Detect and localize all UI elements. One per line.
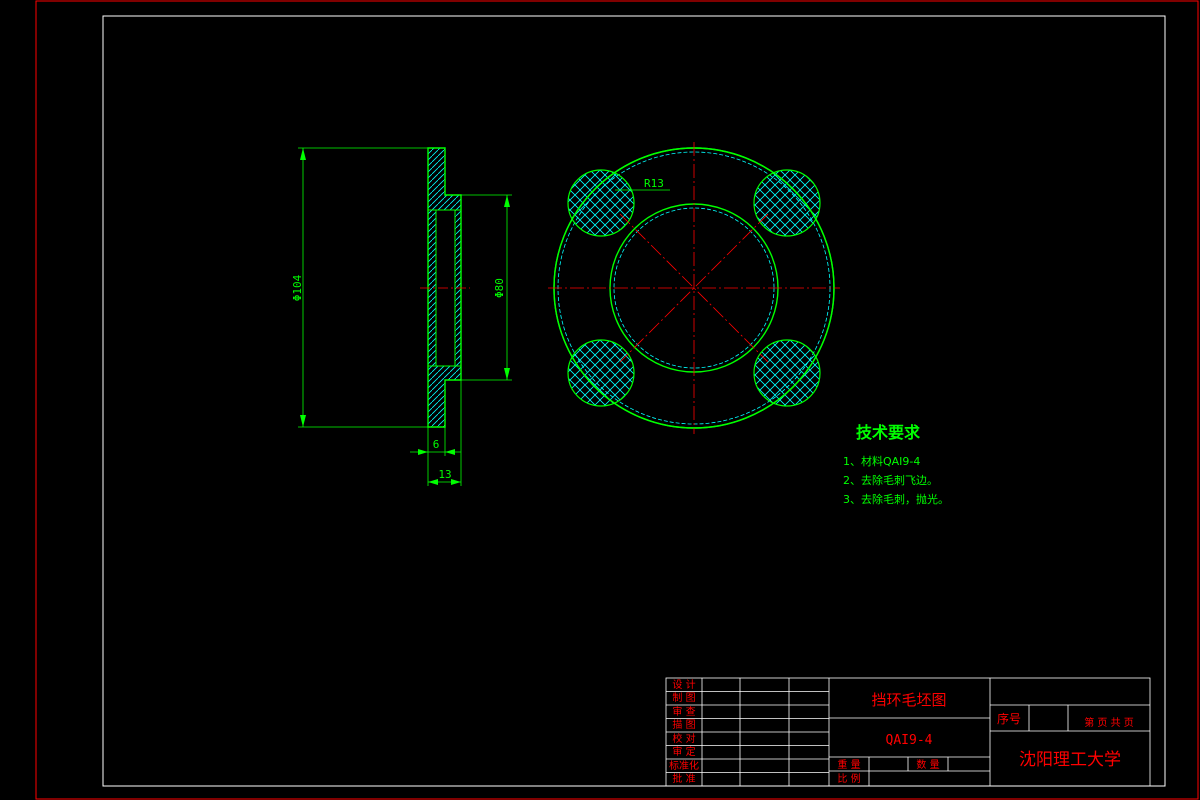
material-text: QAI9-4	[886, 733, 933, 748]
notch-top-left	[567, 169, 635, 237]
tech-requirement-item: 1、材料QAI9-4	[843, 454, 920, 468]
dim-flange-thickness-text: 6	[433, 438, 440, 451]
dim-arrow	[300, 148, 306, 160]
title-block-row-label: 标准化	[669, 759, 699, 772]
dim-arrow	[451, 479, 461, 485]
quantity-label: 数 量	[916, 758, 939, 771]
title-block-row-label: 描 图	[672, 718, 695, 731]
dim-radius-text: R13	[644, 177, 664, 190]
title-block-row-label: 校 对	[672, 732, 695, 745]
school-name: 沈阳理工大学	[1019, 750, 1121, 770]
title-block-row-label: 审 定	[672, 745, 695, 758]
title-block-row-label: 制 图	[672, 691, 695, 704]
dim-arrow	[418, 449, 428, 455]
front-view: R13	[548, 142, 840, 434]
dim-arrow	[504, 195, 510, 207]
dim-arrow	[428, 479, 438, 485]
engineering-drawing: Φ104 Φ80 6 13 R13 技术要求 1、材料QAI9-4 2、去除毛刺…	[35, 0, 1199, 800]
section-view: Φ104 Φ80 6 13	[291, 147, 512, 486]
tech-requirement-item: 2、去除毛刺飞边。	[843, 473, 938, 487]
dim-bore-diameter-text: Φ80	[493, 278, 506, 298]
title-block-row-label: 审 查	[672, 705, 695, 718]
notch-bottom-right	[753, 339, 821, 407]
tech-requirements: 技术要求 1、材料QAI9-4 2、去除毛刺飞边。 3、去除毛刺，抛光。	[843, 423, 949, 506]
scale-label: 比 例	[837, 772, 860, 785]
section-hatch-flange-bottom	[428, 380, 445, 427]
tech-requirement-item: 3、去除毛刺，抛光。	[843, 492, 949, 506]
dim-arrow	[300, 415, 306, 427]
section-hatch-flange-top	[428, 148, 445, 195]
dim-arrow	[445, 449, 455, 455]
notch-bottom-left	[567, 339, 635, 407]
dim-total-length-text: 13	[438, 468, 451, 481]
dim-arrow	[504, 368, 510, 380]
section-hatch-wall-bottom	[428, 366, 461, 380]
section-hatch-wall-top	[428, 195, 461, 210]
drawing-frame	[102, 15, 1166, 787]
weight-label: 重 量	[837, 758, 860, 771]
tech-requirements-title: 技术要求	[856, 423, 921, 442]
dim-outer-diameter-text: Φ104	[291, 274, 304, 301]
sheet-label: 第 页 共 页	[1084, 716, 1134, 729]
drawing-name: 挡环毛坯图	[871, 691, 946, 709]
title-block-labels: 设 计 制 图 审 查 描 图 校 对 审 定 标准化 批 准 挡环毛坯图 QA…	[669, 678, 1134, 785]
title-block-row-label: 批 准	[672, 772, 695, 785]
title-block-row-label: 设 计	[672, 678, 695, 691]
serial-label: 序号	[997, 711, 1021, 726]
notch-top-right	[753, 169, 821, 237]
